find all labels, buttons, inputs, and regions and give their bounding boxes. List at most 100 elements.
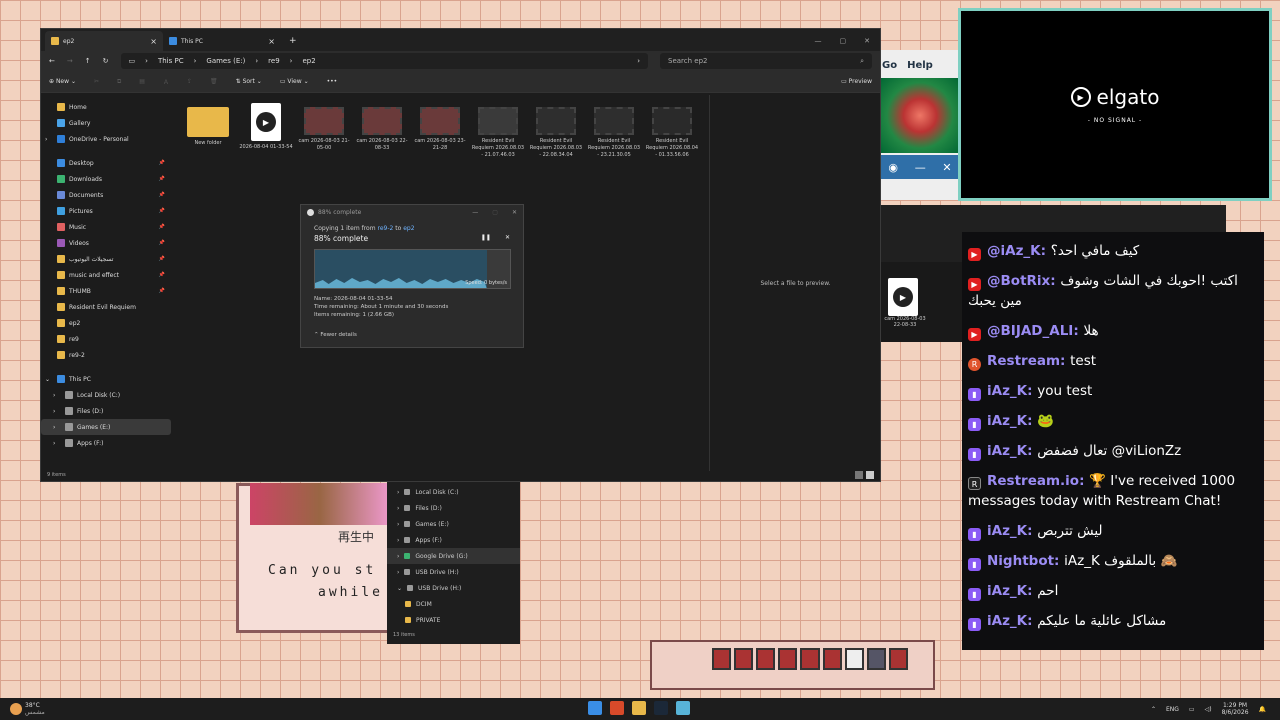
forward-icon[interactable]: → — [67, 57, 73, 65]
address-bar[interactable]: ▭ › This PC › Games (E:) › re9 › ep2 › — [120, 53, 648, 69]
minimize-icon[interactable]: — — [815, 37, 822, 45]
back-icon[interactable]: ← — [49, 57, 55, 65]
more-button[interactable]: ••• — [327, 78, 338, 85]
breadcrumb-re9[interactable]: re9 — [268, 57, 279, 65]
pause-icon[interactable]: ❚❚ — [481, 234, 491, 243]
nav-item[interactable]: Home — [41, 99, 171, 115]
tree-games-e[interactable]: › Games (E:) — [387, 516, 520, 532]
paste-icon[interactable]: ▤ — [139, 78, 145, 85]
sort-button[interactable]: ⇅ Sort ⌄ — [236, 78, 262, 85]
weather-widget[interactable]: 38°C مشمس — [0, 702, 45, 716]
nav-item[interactable]: Pictures 📌 — [41, 203, 171, 219]
tree-google-drive[interactable]: › Google Drive (G:) — [387, 548, 520, 564]
app-icon[interactable] — [676, 701, 690, 715]
nav-item[interactable]: Resident Evil Requiem — [41, 299, 171, 315]
view-button[interactable]: ▭ View ⌄ — [280, 78, 309, 85]
network-icon[interactable]: ▭ — [1189, 706, 1195, 713]
minimize-icon[interactable]: — — [915, 161, 926, 174]
close-icon[interactable]: ✕ — [512, 209, 517, 216]
tab-this-pc[interactable]: This PC × — [163, 31, 281, 51]
search-input[interactable]: Search ep2 ⌕ — [660, 53, 872, 69]
file-item[interactable]: Resident Evil Requiem 2026.08.04 - 01.33… — [645, 99, 699, 159]
nav-item[interactable]: › Apps (F:) — [41, 435, 171, 451]
tree-files-d[interactable]: › Files (D:) — [387, 500, 520, 516]
clock[interactable]: 1:29 PM 8/6/2026 — [1222, 702, 1249, 716]
tiles-view-icon[interactable] — [866, 471, 874, 479]
breadcrumb-ep2[interactable]: ep2 — [302, 57, 315, 65]
brave-icon[interactable] — [610, 701, 624, 715]
nav-item[interactable]: Music 📌 — [41, 219, 171, 235]
tree-usb-h[interactable]: › USB Drive (H:) — [387, 564, 520, 580]
file-item[interactable]: cam 2026-08-03 21-05-00 — [297, 99, 351, 152]
nav-item[interactable]: Desktop 📌 — [41, 155, 171, 171]
chevron-right-icon[interactable]: › — [53, 408, 55, 415]
file-item[interactable]: cam 2026-08-03 22-08-33 — [355, 99, 409, 152]
video-file-icon[interactable]: ▶ — [888, 278, 918, 316]
dest-link[interactable]: ep2 — [403, 225, 414, 232]
tree-apps-f[interactable]: › Apps (F:) — [387, 532, 520, 548]
cancel-icon[interactable]: ✕ — [505, 234, 510, 243]
tree-dcim[interactable]: DCIM — [387, 596, 520, 612]
file-item[interactable]: Resident Evil Requiem 2026.08.03 - 22.08… — [529, 99, 583, 159]
close-tab-icon[interactable]: × — [268, 37, 275, 46]
chevron-right-icon[interactable]: › — [53, 424, 55, 431]
breadcrumb-games[interactable]: Games (E:) — [206, 57, 245, 65]
record-icon[interactable]: ◉ — [888, 161, 898, 174]
nav-item[interactable]: re9-2 — [41, 347, 171, 363]
nav-item[interactable]: › Games (E:) — [41, 419, 171, 435]
rename-icon[interactable]: Ａ — [163, 77, 169, 86]
file-item[interactable]: cam 2026-08-03 23-21-28 — [413, 99, 467, 152]
file-item[interactable]: Resident Evil Requiem 2026.08.03 - 21.07… — [471, 99, 525, 159]
nav-item[interactable]: music and effect 📌 — [41, 267, 171, 283]
nav-item[interactable]: Gallery — [41, 115, 171, 131]
chevron-up-icon[interactable]: ⌃ — [1151, 706, 1156, 713]
tree-local-c[interactable]: › Local Disk (C:) — [387, 484, 520, 500]
copy-icon[interactable]: ⧉ — [117, 78, 121, 86]
chevron-right-icon[interactable]: › — [53, 392, 55, 399]
fewer-details-button[interactable]: ⌃ Fewer details — [314, 332, 357, 338]
menu-help[interactable]: Help — [907, 60, 933, 71]
menu-go[interactable]: Go — [882, 60, 897, 71]
nav-item[interactable]: تسجيلات اليوتيوب 📌 — [41, 251, 171, 267]
nav-item[interactable]: ⌄ This PC — [41, 371, 171, 387]
nav-item[interactable]: Downloads 📌 — [41, 171, 171, 187]
preview-button[interactable]: ▭ Preview — [841, 78, 872, 85]
cut-icon[interactable]: ✂ — [94, 78, 99, 85]
close-icon[interactable]: ✕ — [864, 37, 870, 45]
chevron-right-icon[interactable]: › — [53, 440, 55, 447]
file-explorer-icon[interactable] — [632, 701, 646, 715]
file-item[interactable]: Resident Evil Requiem 2026.08.03 - 23.21… — [587, 99, 641, 159]
nav-item[interactable]: ep2 — [41, 315, 171, 331]
steam-icon[interactable] — [654, 701, 668, 715]
language[interactable]: ENG — [1166, 706, 1179, 713]
details-view-icon[interactable] — [855, 471, 863, 479]
tree-private[interactable]: PRIVATE — [387, 612, 520, 628]
new-tab-icon[interactable]: + — [281, 36, 305, 51]
minimize-icon[interactable]: — — [472, 209, 478, 216]
tab-ep2[interactable]: ep2 × — [45, 31, 163, 51]
share-icon[interactable]: ⇪ — [187, 78, 192, 85]
nav-item[interactable]: Documents 📌 — [41, 187, 171, 203]
file-item[interactable]: ▶ 2026-08-04 01-33-54 — [239, 99, 293, 151]
up-icon[interactable]: ↑ — [85, 57, 91, 65]
source-link[interactable]: re9-2 — [377, 225, 393, 232]
breadcrumb-this-pc[interactable]: This PC — [158, 57, 184, 65]
nav-item[interactable]: re9 — [41, 331, 171, 347]
volume-icon[interactable]: ◁) — [1205, 706, 1212, 713]
notification-icon[interactable]: 🔔 — [1259, 706, 1266, 713]
maximize-icon[interactable]: ▢ — [840, 37, 847, 45]
file-item[interactable]: New folder — [181, 99, 235, 147]
delete-icon[interactable]: 🗑 — [210, 78, 218, 85]
chevron-right-icon[interactable]: › — [45, 136, 47, 143]
start-icon[interactable] — [588, 701, 602, 715]
nav-item[interactable]: Videos 📌 — [41, 235, 171, 251]
close-icon[interactable]: ✕ — [942, 161, 951, 174]
nav-item[interactable]: › OneDrive - Personal — [41, 131, 171, 147]
close-tab-icon[interactable]: × — [150, 37, 157, 46]
chevron-right-icon[interactable]: ⌄ — [45, 376, 50, 383]
nav-item[interactable]: THUMB 📌 — [41, 283, 171, 299]
nav-item[interactable]: › Local Disk (C:) — [41, 387, 171, 403]
refresh-icon[interactable]: ↻ — [103, 57, 109, 65]
tree-usb-h-expanded[interactable]: ⌄ USB Drive (H:) — [387, 580, 520, 596]
nav-item[interactable]: › Files (D:) — [41, 403, 171, 419]
